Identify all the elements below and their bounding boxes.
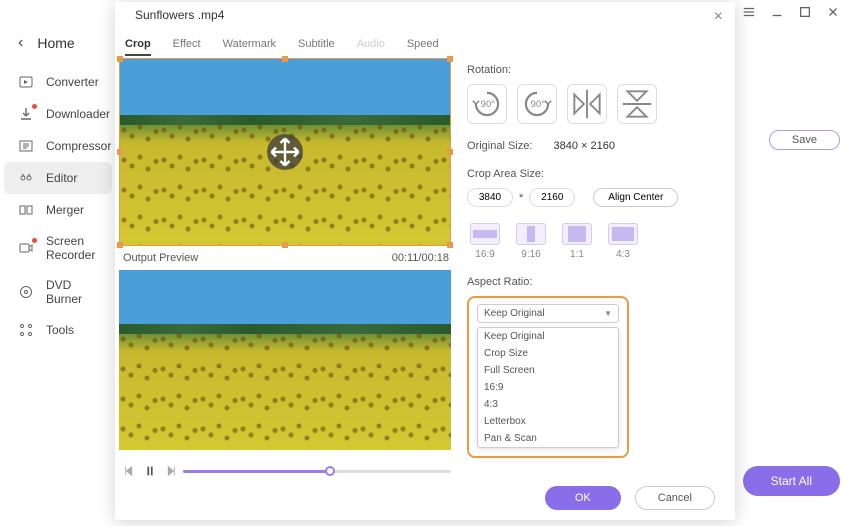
- crop-handle[interactable]: [282, 242, 288, 248]
- maximize-icon[interactable]: [798, 5, 812, 19]
- chevron-down-icon: ▼: [604, 309, 612, 318]
- player-controls: [123, 464, 451, 478]
- crop-handle[interactable]: [117, 149, 123, 155]
- sidebar: ‹ Home Converter Downloader Compressor E…: [0, 28, 116, 346]
- close-icon[interactable]: ×: [714, 8, 723, 26]
- crop-handle[interactable]: [117, 242, 123, 248]
- prev-frame-icon[interactable]: [123, 464, 137, 478]
- minimize-icon[interactable]: [770, 5, 784, 19]
- sidebar-item-editor[interactable]: Editor: [4, 162, 112, 194]
- crop-handle[interactable]: [447, 242, 453, 248]
- tab-speed[interactable]: Speed: [407, 38, 439, 56]
- flip-horizontal-button[interactable]: [567, 84, 607, 124]
- aspect-option[interactable]: 16:9: [478, 379, 618, 396]
- merger-icon: [18, 202, 34, 218]
- dialog-title: Sunflowers .mp4: [135, 8, 224, 22]
- editor-dialog: Sunflowers .mp4 × Crop Effect Watermark …: [115, 2, 735, 520]
- crop-height-input[interactable]: [529, 188, 575, 207]
- sidebar-item-label: Merger: [46, 203, 84, 217]
- next-frame-icon[interactable]: [163, 464, 177, 478]
- tab-audio: Audio: [357, 38, 385, 56]
- sidebar-item-label: DVD Burner: [46, 278, 106, 306]
- ratio-16-9[interactable]: 16:9: [467, 223, 503, 260]
- pause-icon[interactable]: [143, 464, 157, 478]
- playback-time: 00:11/00:18: [392, 252, 449, 264]
- tab-watermark[interactable]: Watermark: [223, 38, 276, 56]
- editor-icon: [18, 170, 34, 186]
- aspect-selected-value: Keep Original: [484, 308, 545, 319]
- crop-handle[interactable]: [447, 56, 453, 62]
- sidebar-item-label: Converter: [46, 75, 99, 89]
- main-right-panel: Save: [738, 34, 840, 150]
- sidebar-item-label: Compressor: [46, 139, 111, 153]
- close-window-icon[interactable]: [826, 5, 840, 19]
- home-label: Home: [37, 35, 74, 51]
- crop-handle[interactable]: [447, 149, 453, 155]
- sidebar-item-dvd-burner[interactable]: DVD Burner: [0, 270, 116, 314]
- recorder-icon: [18, 240, 34, 256]
- crop-handle[interactable]: [282, 56, 288, 62]
- sidebar-item-tools[interactable]: Tools: [0, 314, 116, 346]
- sidebar-item-label: Downloader: [46, 107, 110, 121]
- svg-text:90°: 90°: [531, 99, 546, 110]
- flip-vertical-button[interactable]: [617, 84, 657, 124]
- aspect-option[interactable]: Full Screen: [478, 362, 618, 379]
- hamburger-icon[interactable]: [742, 5, 756, 19]
- start-all-button[interactable]: Start All: [743, 466, 840, 496]
- aspect-option[interactable]: Letterbox: [478, 413, 618, 430]
- aspect-ratio-highlight: Keep Original ▼ Keep Original Crop Size …: [467, 296, 629, 458]
- crop-width-input[interactable]: [467, 188, 513, 207]
- rotate-right-button[interactable]: 90°: [517, 84, 557, 124]
- original-size-value: 3840 × 2160: [553, 140, 614, 152]
- move-icon[interactable]: [267, 134, 303, 170]
- aspect-option[interactable]: Pan & Scan: [478, 430, 618, 447]
- sidebar-item-merger[interactable]: Merger: [0, 194, 116, 226]
- ratio-1-1[interactable]: 1:1: [559, 223, 595, 260]
- tools-icon: [18, 322, 34, 338]
- align-center-button[interactable]: Align Center: [593, 188, 678, 207]
- aspect-option[interactable]: 4:3: [478, 396, 618, 413]
- aspect-ratio-select[interactable]: Keep Original ▼: [477, 304, 619, 323]
- sidebar-item-downloader[interactable]: Downloader: [0, 98, 116, 130]
- crop-panel: Rotation: 90° 90° Original Size: 3840 × …: [467, 64, 723, 458]
- sidebar-item-converter[interactable]: Converter: [0, 66, 116, 98]
- dvd-icon: [18, 284, 34, 300]
- multiply-symbol: *: [519, 192, 523, 204]
- dialog-buttons: OK Cancel: [545, 486, 715, 510]
- editor-tabs: Crop Effect Watermark Subtitle Audio Spe…: [125, 38, 439, 56]
- converter-icon: [18, 74, 34, 90]
- rotate-left-button[interactable]: 90°: [467, 84, 507, 124]
- sidebar-item-label: Tools: [46, 323, 74, 337]
- sidebar-item-label: Screen Recorder: [46, 234, 106, 262]
- crop-handle[interactable]: [117, 56, 123, 62]
- tab-effect[interactable]: Effect: [173, 38, 201, 56]
- crop-preview[interactable]: [119, 58, 451, 246]
- sidebar-item-label: Editor: [46, 171, 77, 185]
- output-preview-label: Output Preview: [123, 252, 198, 264]
- rotation-label: Rotation:: [467, 64, 723, 76]
- sidebar-item-screen-recorder[interactable]: Screen Recorder: [0, 226, 116, 270]
- ok-button[interactable]: OK: [545, 486, 621, 510]
- ratio-4-3[interactable]: 4:3: [605, 223, 641, 260]
- svg-text:90°: 90°: [481, 99, 496, 110]
- tab-crop[interactable]: Crop: [125, 38, 151, 56]
- aspect-option[interactable]: Crop Size: [478, 345, 618, 362]
- output-preview: [119, 270, 451, 450]
- playback-slider[interactable]: [183, 470, 451, 473]
- home-nav[interactable]: ‹ Home: [0, 28, 116, 66]
- tab-subtitle[interactable]: Subtitle: [298, 38, 335, 56]
- back-icon[interactable]: ‹: [18, 34, 23, 52]
- aspect-option[interactable]: Keep Original: [478, 328, 618, 345]
- cancel-button[interactable]: Cancel: [635, 486, 715, 510]
- sidebar-item-compressor[interactable]: Compressor: [0, 130, 116, 162]
- crop-area-label: Crop Area Size:: [467, 168, 723, 180]
- ratio-9-16[interactable]: 9:16: [513, 223, 549, 260]
- compressor-icon: [18, 138, 34, 154]
- save-button[interactable]: Save: [769, 130, 840, 150]
- aspect-ratio-dropdown: Keep Original Crop Size Full Screen 16:9…: [477, 327, 619, 448]
- original-size-label: Original Size:: [467, 140, 532, 152]
- aspect-ratio-label: Aspect Ratio:: [467, 276, 723, 288]
- downloader-icon: [18, 106, 34, 122]
